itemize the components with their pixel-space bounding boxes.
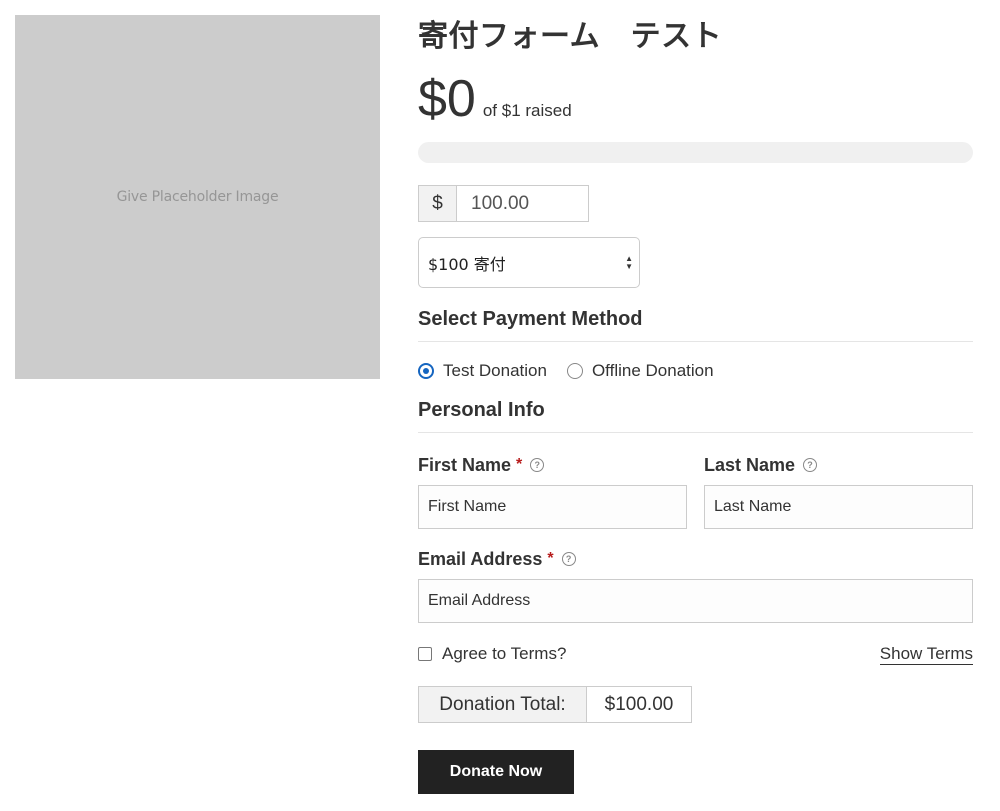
- goal-progress-bar: [418, 142, 973, 163]
- donation-total-label: Donation Total:: [419, 687, 587, 722]
- first-name-group: First Name * ? First Name: [418, 453, 687, 529]
- required-mark: *: [516, 456, 523, 473]
- first-name-label: First Name * ?: [418, 453, 687, 477]
- radio-test-donation[interactable]: [418, 363, 434, 379]
- email-input[interactable]: Email Address: [418, 579, 973, 623]
- select-arrows-icon: ▲ ▼: [625, 254, 633, 271]
- arrow-down-icon: ▼: [625, 261, 633, 271]
- raised-amount: $0: [418, 70, 476, 128]
- placeholder-image-text: Give Placeholder Image: [116, 189, 279, 205]
- terms-row: Agree to Terms? Show Terms: [418, 642, 973, 666]
- form-title: 寄付フォーム テスト: [418, 19, 723, 54]
- help-icon[interactable]: ?: [803, 458, 818, 472]
- help-icon[interactable]: ?: [530, 458, 545, 472]
- last-name-label-text: Last Name: [704, 454, 796, 475]
- first-name-input[interactable]: First Name: [418, 485, 687, 529]
- payment-method-heading: Select Payment Method: [418, 305, 973, 342]
- personal-info-heading: Personal Info: [418, 396, 973, 433]
- help-icon[interactable]: ?: [561, 552, 576, 566]
- email-group: Email Address * ? Email Address: [418, 547, 973, 623]
- gateway-offline-donation[interactable]: Offline Donation: [566, 361, 714, 381]
- email-label-text: Email Address: [418, 548, 543, 569]
- name-row: First Name * ? First Name Last Name ? La…: [418, 453, 973, 529]
- last-name-input[interactable]: Last Name: [704, 485, 973, 529]
- agree-terms[interactable]: Agree to Terms?: [418, 644, 566, 664]
- form-featured-image: Give Placeholder Image: [15, 15, 380, 379]
- email-label: Email Address * ?: [418, 547, 973, 571]
- donation-level-selected: $100 寄付: [428, 254, 506, 274]
- donation-level-select[interactable]: $100 寄付 ▲ ▼: [418, 237, 640, 288]
- gateway-test-donation[interactable]: Test Donation: [418, 361, 547, 381]
- payment-gateways: Test Donation Offline Donation: [418, 356, 973, 386]
- goal-text: of $1 raised: [482, 101, 572, 120]
- donation-total-value: $100.00: [587, 687, 691, 722]
- currency-symbol: $: [419, 186, 457, 221]
- show-terms-link[interactable]: Show Terms: [879, 644, 973, 665]
- donation-total: Donation Total: $100.00: [418, 686, 692, 723]
- goal-progress-text: $0 of $1 raised: [418, 71, 973, 127]
- donation-form: 寄付フォーム テスト $0 of $1 raised $ $100 寄付 ▲ ▼…: [418, 15, 973, 794]
- first-name-label-text: First Name: [418, 454, 512, 475]
- gateway-label: Offline Donation: [591, 361, 714, 380]
- donation-amount-input[interactable]: [457, 186, 588, 221]
- gateway-label: Test Donation: [443, 361, 547, 380]
- required-mark: *: [547, 550, 554, 567]
- last-name-label: Last Name ?: [704, 453, 973, 477]
- donation-amount-group: $: [418, 185, 589, 222]
- radio-offline-donation[interactable]: [566, 363, 583, 379]
- last-name-group: Last Name ? Last Name: [704, 453, 973, 529]
- agree-terms-label: Agree to Terms?: [442, 644, 567, 663]
- agree-terms-checkbox[interactable]: [418, 647, 432, 661]
- donate-now-button[interactable]: Donate Now: [418, 750, 574, 794]
